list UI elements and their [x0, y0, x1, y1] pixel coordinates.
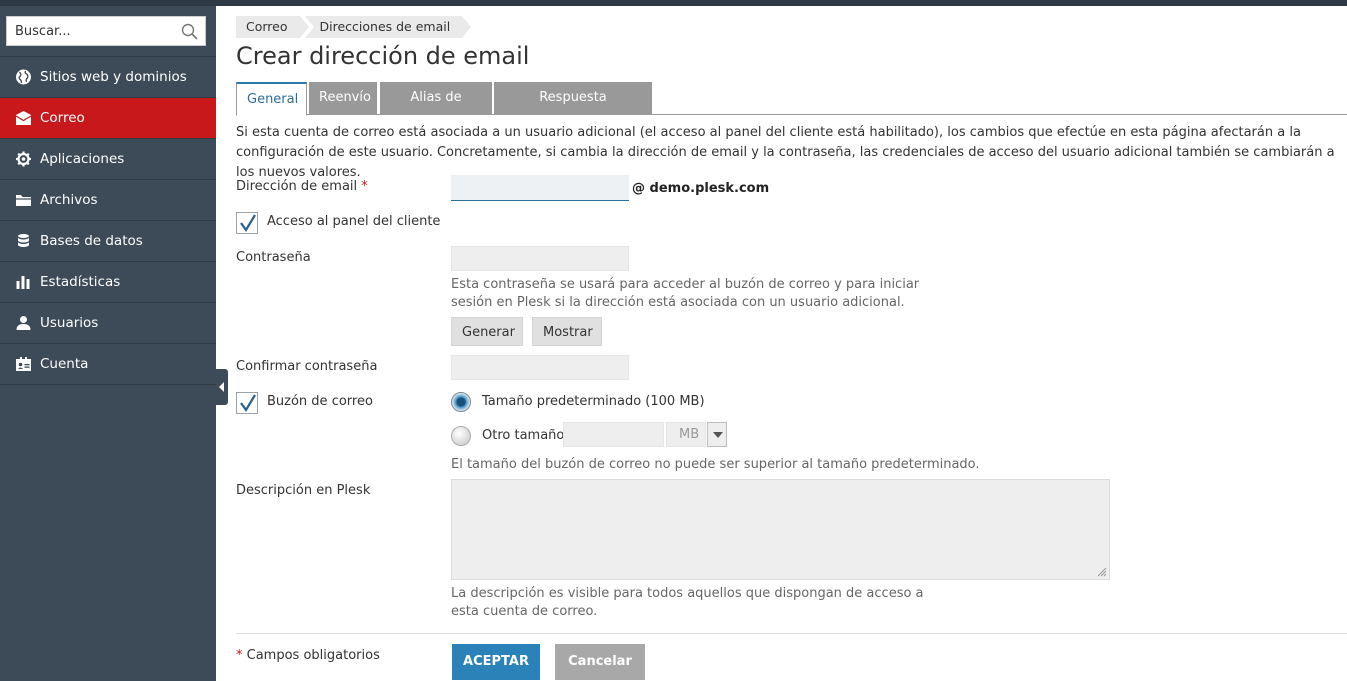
sidebar-item-label: Correo — [40, 110, 85, 126]
globe-icon — [16, 69, 31, 85]
search-icon[interactable] — [181, 23, 198, 40]
sidebar-item-websites[interactable]: Sitios web y dominios — [0, 57, 216, 98]
tab-bar: General Reenvío Alias de correo Respuest… — [236, 82, 1347, 137]
breadcrumb-item-mail[interactable]: Correo — [236, 16, 308, 38]
bar-chart-icon — [16, 276, 30, 289]
description-hint: La descripción es visible para todos aqu… — [451, 586, 924, 619]
sidebar: Sitios web y dominios Correo Aplicacione… — [0, 6, 216, 681]
envelope-icon — [15, 111, 32, 125]
breadcrumb-item-email-addresses[interactable]: Direcciones de email — [304, 16, 471, 38]
size-unit-dropdown[interactable] — [707, 422, 727, 447]
sidebar-collapse-handle[interactable] — [216, 369, 228, 405]
password-field[interactable] — [451, 246, 629, 271]
main-content: Correo Direcciones de email Crear direcc… — [236, 6, 1347, 681]
tab-mail-aliases[interactable]: Alias de correo — [380, 82, 492, 137]
sidebar-item-label: Aplicaciones — [40, 151, 125, 167]
sidebar-item-files[interactable]: Archivos — [0, 180, 216, 221]
chevron-left-icon — [219, 382, 224, 392]
chevron-down-icon — [713, 432, 723, 438]
email-domain: @ demo.plesk.com — [632, 181, 770, 196]
sidebar-item-account[interactable]: Cuenta — [0, 344, 216, 385]
sidebar-item-label: Usuarios — [40, 315, 99, 331]
breadcrumb: Correo Direcciones de email — [236, 16, 476, 38]
folder-icon — [16, 195, 31, 206]
sidebar-item-label: Sitios web y dominios — [40, 69, 187, 85]
other-size-label: Otro tamaño — [482, 428, 565, 443]
sidebar-item-label: Archivos — [40, 192, 98, 208]
panel-access-checkbox[interactable] — [236, 212, 258, 234]
description-textarea[interactable] — [451, 479, 1110, 580]
description-label: Descripción en Plesk — [236, 483, 371, 498]
info-message: Si esta cuenta de correo está asociada a… — [236, 125, 1335, 180]
sidebar-item-mail[interactable]: Correo — [0, 98, 216, 139]
sidebar-item-users[interactable]: Usuarios — [0, 303, 216, 344]
tab-autoresponder[interactable]: Respuesta automática — [494, 82, 652, 137]
search-input[interactable] — [7, 17, 175, 45]
database-icon — [18, 234, 29, 247]
confirm-password-field[interactable] — [451, 355, 629, 380]
mailbox-label: Buzón de correo — [267, 394, 373, 409]
resize-handle-icon[interactable] — [1097, 567, 1107, 577]
required-note-text: Campos obligatorios — [246, 648, 380, 663]
email-label: Dirección de email * — [236, 179, 368, 194]
sidebar-item-label: Cuenta — [40, 356, 89, 372]
sidebar-item-label: Estadísticas — [40, 274, 121, 290]
page-title: Crear dirección de email — [236, 42, 530, 70]
mailbox-checkbox[interactable] — [236, 392, 258, 414]
sidebar-item-statistics[interactable]: Estadísticas — [0, 262, 216, 303]
user-icon — [16, 316, 31, 330]
default-size-radio[interactable] — [451, 392, 471, 412]
confirm-password-label: Confirmar contraseña — [236, 359, 378, 374]
generate-password-button[interactable]: Generar — [451, 317, 523, 346]
default-size-label: Tamaño predeterminado (100 MB) — [482, 394, 705, 409]
password-hint: Esta contraseña se usará para acceder al… — [451, 277, 920, 310]
mailbox-size-hint: El tamaño del buzón de correo no puede s… — [451, 457, 980, 472]
sidebar-nav: Sitios web y dominios Correo Aplicacione… — [0, 56, 216, 385]
sidebar-item-applications[interactable]: Aplicaciones — [0, 139, 216, 180]
id-card-icon — [16, 357, 31, 371]
sidebar-item-label: Bases de datos — [40, 233, 143, 249]
email-label-text: Dirección de email — [236, 179, 358, 194]
ok-button[interactable]: ACEPTAR — [452, 644, 540, 680]
other-size-radio[interactable] — [451, 426, 471, 446]
email-field[interactable] — [451, 175, 629, 201]
password-label: Contraseña — [236, 250, 311, 265]
size-unit-select[interactable]: MB — [666, 422, 706, 447]
checkmark-icon — [240, 214, 256, 232]
panel-access-label: Acceso al panel del cliente — [267, 214, 441, 229]
required-mark: * — [236, 648, 243, 663]
form-divider — [236, 633, 1347, 634]
gear-icon — [16, 151, 31, 167]
search-box[interactable] — [6, 16, 206, 46]
show-password-button[interactable]: Mostrar — [532, 317, 602, 346]
tab-forwarding[interactable]: Reenvío — [309, 82, 377, 114]
cancel-button[interactable]: Cancelar — [555, 644, 645, 680]
required-mark: * — [361, 179, 368, 194]
required-fields-note: * Campos obligatorios — [236, 648, 380, 663]
checkmark-icon — [240, 394, 256, 412]
tab-general[interactable]: General — [236, 82, 307, 116]
other-size-field[interactable] — [563, 422, 664, 447]
sidebar-item-databases[interactable]: Bases de datos — [0, 221, 216, 262]
